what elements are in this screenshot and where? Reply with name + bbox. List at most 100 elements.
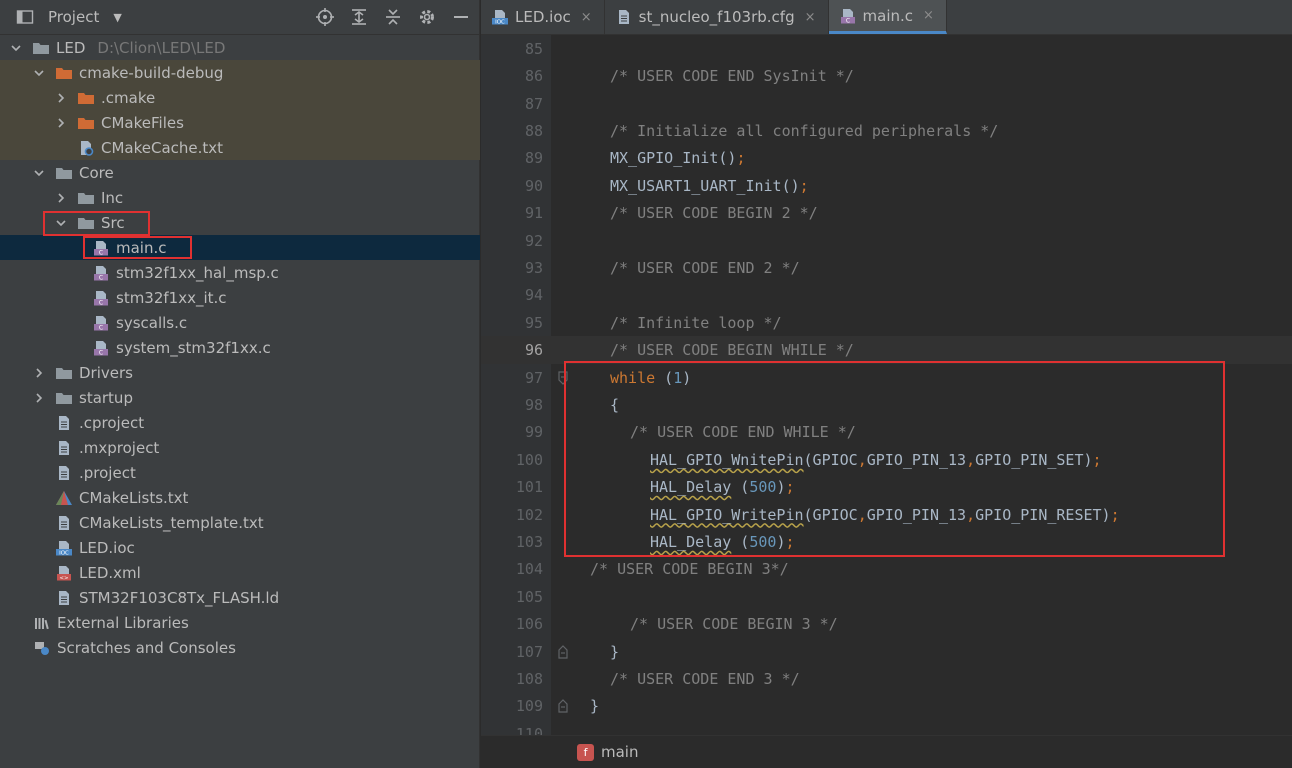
chevron-down-icon[interactable] <box>33 67 45 79</box>
code-line[interactable]: 94 <box>481 282 1292 310</box>
tree-item-label: CMakeCache.txt <box>101 138 224 157</box>
code-line[interactable]: 107} <box>481 638 1292 666</box>
tree-item-stm32f103c8tx-flash-ld[interactable]: STM32F103C8Tx_FLASH.ld <box>0 585 480 610</box>
tab-main-c[interactable]: Cmain.c × <box>828 0 947 34</box>
line-number: 98 <box>524 395 543 414</box>
code-line[interactable]: 106 /* USER CODE BEGIN 3 */ <box>481 610 1292 638</box>
tree-item-led-xml[interactable]: <> LED.xml <box>0 560 480 585</box>
tree-item-mxproject[interactable]: .mxproject <box>0 435 480 460</box>
tree-item-core[interactable]: Core <box>0 160 480 185</box>
collapse-all-icon[interactable] <box>383 7 403 27</box>
code-line[interactable]: 101 HAL_Delay (500); <box>481 473 1292 501</box>
fold-close-icon[interactable] <box>557 699 569 713</box>
tree-item-drivers[interactable]: Drivers <box>0 360 480 385</box>
code-line[interactable]: 87 <box>481 90 1292 118</box>
code-text: HAL_Delay (500); <box>650 478 795 496</box>
project-panel: Project ▼ LED D:\Clion\LED\LED cmake-build… <box>0 0 480 768</box>
tree-item-led-ioc[interactable]: IOC LED.ioc <box>0 535 480 560</box>
tab-led-ioc[interactable]: IOC LED.ioc × <box>481 0 605 34</box>
tree-item-label: Scratches and Consoles <box>57 638 236 657</box>
view-selector-chevron-icon[interactable]: ▼ <box>113 11 121 24</box>
code-line[interactable]: 85 <box>481 35 1292 63</box>
code-token: ; <box>785 532 795 551</box>
tree-item-scratches-and-consoles[interactable]: Scratches and Consoles <box>0 635 480 660</box>
code-line[interactable]: 102 HAL_GPIO_WritePin(GPIOC,GPIO_PIN_13,G… <box>481 501 1292 529</box>
code-line[interactable]: 105 <box>481 583 1292 611</box>
tree-item-inc[interactable]: Inc <box>0 185 480 210</box>
tree-item-cmakelists-txt[interactable]: CMakeLists.txt <box>0 485 480 510</box>
tree-item-label: Inc <box>101 188 124 207</box>
chevron-right-icon[interactable] <box>55 117 67 129</box>
code-line[interactable]: 97 while (1) <box>481 364 1292 392</box>
code-line[interactable]: 91 /* USER CODE BEGIN 2 */ <box>481 199 1292 227</box>
svg-text:C: C <box>99 349 103 355</box>
tree-item-cmakefiles[interactable]: CMakeFiles <box>0 110 480 135</box>
close-icon[interactable]: × <box>581 10 592 25</box>
tree-item-src[interactable]: Src <box>0 210 480 235</box>
svg-text:C: C <box>99 274 103 280</box>
tree-item-project[interactable]: .project <box>0 460 480 485</box>
tree-item-external-libraries[interactable]: External Libraries <box>0 610 480 635</box>
code-line[interactable]: 99 /* USER CODE END WHILE */ <box>481 419 1292 447</box>
tree-item-startup[interactable]: startup <box>0 385 480 410</box>
code-line[interactable]: 103 HAL_Delay (500); <box>481 528 1292 556</box>
code-line[interactable]: 95 /* Infinite loop */ <box>481 309 1292 337</box>
tree-item-led[interactable]: LED D:\Clion\LED\LED <box>0 35 480 60</box>
code-line[interactable]: 88 /* Initialize all configured periphera… <box>481 117 1292 145</box>
line-number: 95 <box>524 313 543 332</box>
tree-item-cproject[interactable]: .cproject <box>0 410 480 435</box>
tab-st-nucleo-f103rb-cfg[interactable]: st_nucleo_f103rb.cfg × <box>605 0 829 34</box>
chevron-right-icon[interactable] <box>33 367 45 379</box>
code-token: MX_USART1_UART_Init() <box>610 176 800 195</box>
locate-icon[interactable] <box>315 7 335 27</box>
tree-item-cmake[interactable]: .cmake <box>0 85 480 110</box>
tree-item-system-stm32f1xx-c[interactable]: Csystem_stm32f1xx.c <box>0 335 480 360</box>
fold-open-icon[interactable] <box>557 370 569 385</box>
code-text: { <box>610 396 619 414</box>
tree-item-cmake-build-debug[interactable]: cmake-build-debug <box>0 60 480 85</box>
code-token: GPIO_PIN_SET) <box>975 450 1093 469</box>
line-number: 92 <box>524 231 543 250</box>
code-line[interactable]: 110 <box>481 720 1292 735</box>
tree-item-label: syscalls.c <box>116 313 188 332</box>
close-icon[interactable]: × <box>923 8 934 23</box>
code-line[interactable]: 98 { <box>481 391 1292 419</box>
code-line[interactable]: 93 /* USER CODE END 2 */ <box>481 254 1292 282</box>
code-line[interactable]: 96 /* USER CODE BEGIN WHILE */ <box>481 336 1292 364</box>
hide-icon[interactable] <box>451 7 471 27</box>
fold-close-icon[interactable] <box>557 644 569 659</box>
code-line[interactable]: 90 MX_USART1_UART_Init(); <box>481 172 1292 200</box>
tab-label: LED.ioc <box>515 8 571 26</box>
code-line[interactable]: 108 /* USER CODE END 3 */ <box>481 665 1292 693</box>
tree-item-label: External Libraries <box>57 613 189 632</box>
chevron-right-icon[interactable] <box>33 392 45 404</box>
chevron-down-icon[interactable] <box>10 42 22 54</box>
code-line[interactable]: 86 /* USER CODE END SysInit */ <box>481 62 1292 90</box>
code-line[interactable]: 104 /* USER CODE BEGIN 3*/ <box>481 556 1292 584</box>
tree-item-main-c[interactable]: Cmain.c <box>0 235 480 260</box>
code-text: /* USER CODE BEGIN WHILE */ <box>610 341 854 359</box>
close-icon[interactable]: × <box>805 10 816 25</box>
folder-icon <box>77 215 95 231</box>
tree-item-cmakecache-txt[interactable]: CMakeCache.txt <box>0 135 480 160</box>
settings-icon[interactable] <box>417 7 437 27</box>
chevron-right-icon[interactable] <box>55 92 67 104</box>
project-panel-title[interactable]: Project <box>48 8 99 26</box>
code-line[interactable]: 100 HAL_GPIO_WnitePin(GPIOC,GPIO_PIN_13,G… <box>481 446 1292 474</box>
chevron-down-icon[interactable] <box>55 217 67 229</box>
expand-all-icon[interactable] <box>349 7 369 27</box>
tree-item-stm32f1xx-it-c[interactable]: Cstm32f1xx_it.c <box>0 285 480 310</box>
code-token: } <box>610 642 620 661</box>
tree-item-label: stm32f1xx_it.c <box>116 288 227 307</box>
svg-text:C: C <box>845 17 849 23</box>
tree-item-stm32f1xx-hal-msp-c[interactable]: Cstm32f1xx_hal_msp.c <box>0 260 480 285</box>
tree-item-cmakelists-template-txt[interactable]: CMakeLists_template.txt <box>0 510 480 535</box>
chevron-right-icon[interactable] <box>55 192 67 204</box>
tree-item-syscalls-c[interactable]: Csyscalls.c <box>0 310 480 335</box>
breadcrumb-function[interactable]: main <box>601 743 638 761</box>
code-line[interactable]: 92 <box>481 227 1292 255</box>
code-line[interactable]: 109} <box>481 693 1292 721</box>
chevron-down-icon[interactable] <box>33 167 45 179</box>
code-view[interactable]: 85 86 /* USER CODE END SysInit */ 87 88 /* In… <box>481 35 1292 735</box>
code-line[interactable]: 89 MX_GPIO_Init(); <box>481 145 1292 173</box>
